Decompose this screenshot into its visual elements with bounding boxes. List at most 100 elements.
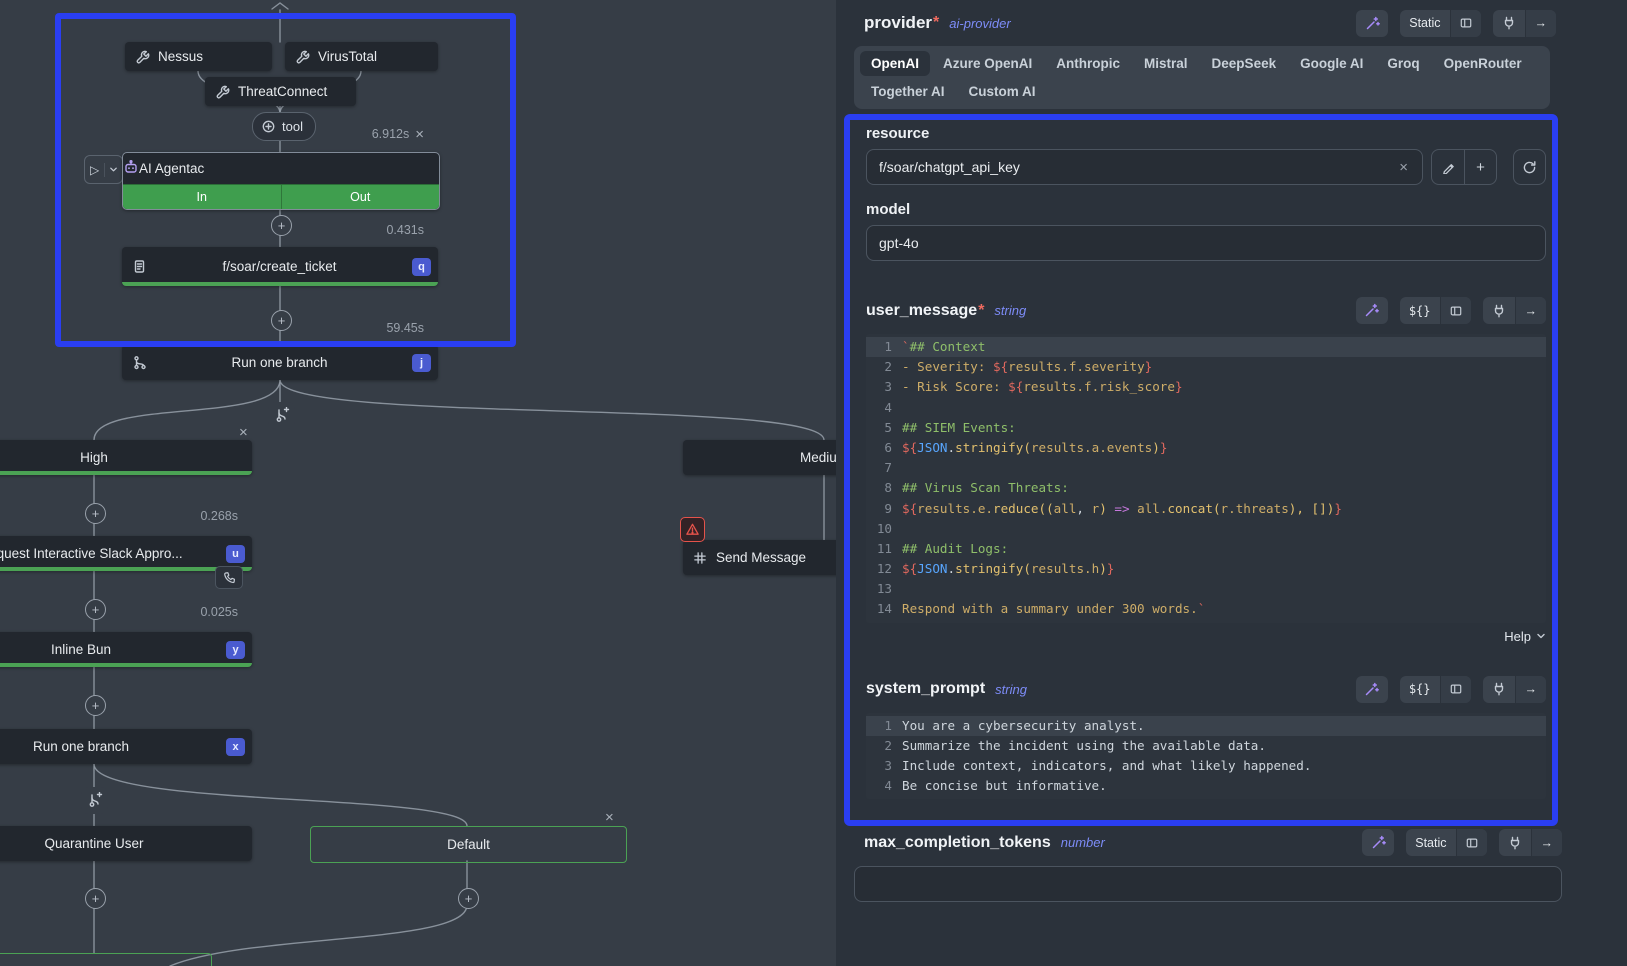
code-line: 11## Audit Logs: [866, 539, 1546, 559]
code-line: 12${JSON.stringify(results.h)} [866, 559, 1546, 579]
node-label: f/soar/create_ticket [147, 259, 412, 274]
arrow-right-icon[interactable]: → [1515, 297, 1547, 324]
add-step-button[interactable]: + [85, 888, 106, 909]
script-icon [131, 259, 147, 275]
tab-together-ai[interactable]: Together AI [860, 79, 956, 104]
type-hint: string [994, 303, 1026, 318]
node-run-one-branch-1[interactable]: Run one branch j [122, 345, 438, 380]
tab-anthropic[interactable]: Anthropic [1045, 51, 1131, 76]
agent-in-out-bar: In Out [123, 184, 439, 209]
tab-custom-ai[interactable]: Custom AI [958, 79, 1047, 104]
edit-resource-button[interactable] [1432, 150, 1464, 184]
plug-icon[interactable] [1499, 829, 1531, 856]
node-label: Run one branch [147, 355, 412, 370]
node-branch-high[interactable]: High [0, 440, 252, 475]
tool-pill[interactable]: tool [252, 112, 316, 141]
plug-icon[interactable] [1483, 676, 1515, 703]
add-step-button[interactable]: + [458, 888, 479, 909]
node-branch-medium[interactable]: Medium [683, 440, 836, 475]
node-branch-default[interactable]: Default [310, 826, 627, 863]
connect-input-group: → [1499, 829, 1563, 856]
node-slack-approval[interactable]: Request Interactive Slack Appro... u [0, 536, 252, 571]
node-inline-bun[interactable]: Inline Bun y [0, 632, 252, 667]
user-message-label: user_message [866, 302, 977, 320]
node-send-message[interactable]: Send Message [683, 540, 836, 575]
agent-in-label[interactable]: In [123, 185, 282, 209]
node-label: VirusTotal [310, 49, 438, 64]
static-mode-button[interactable]: Static [1406, 829, 1455, 856]
ai-wand-button[interactable] [1356, 676, 1388, 703]
ai-wand-button[interactable] [1356, 10, 1388, 37]
add-step-button[interactable]: + [85, 695, 106, 716]
node-quarantine-user[interactable]: Quarantine User [0, 826, 252, 861]
panel-toggle-icon[interactable] [1456, 829, 1487, 856]
required-mark: * [978, 302, 984, 320]
add-branch-button[interactable] [81, 787, 108, 814]
tab-groq[interactable]: Groq [1376, 51, 1430, 76]
add-step-button[interactable]: + [271, 215, 292, 236]
ai-wand-button[interactable] [1356, 297, 1388, 324]
node-virustotal[interactable]: VirusTotal [285, 42, 438, 71]
tab-mistral[interactable]: Mistral [1133, 51, 1199, 76]
node-ai-agent[interactable]: AI Agent ac In Out [122, 152, 440, 210]
run-node-button[interactable]: ▷ [84, 155, 123, 184]
add-step-button[interactable]: + [85, 503, 106, 524]
arrow-right-icon[interactable]: → [1531, 829, 1563, 856]
static-mode-button[interactable]: Static [1400, 10, 1449, 37]
node-label: Quarantine User [0, 836, 252, 851]
add-step-button[interactable]: + [271, 310, 292, 331]
clear-resource-icon[interactable]: × [1393, 158, 1414, 177]
add-resource-button[interactable]: + [1464, 150, 1496, 184]
user-message-editor[interactable]: 1`## Context2- Severity: ${results.f.sev… [866, 334, 1546, 623]
agent-out-label[interactable]: Out [282, 185, 440, 209]
ai-wand-button[interactable] [1362, 829, 1394, 856]
chevron-down-icon[interactable] [104, 163, 122, 177]
chevron-down-icon [1536, 631, 1546, 641]
type-hint: number [1061, 835, 1105, 850]
node-run-one-branch-2[interactable]: Run one branch x [0, 729, 252, 764]
wrench-icon [134, 49, 150, 65]
node-threatconnect[interactable]: ThreatConnect [205, 77, 356, 106]
tab-openai[interactable]: OpenAI [860, 51, 930, 76]
wrench-icon [294, 49, 310, 65]
panel-header: provider * ai-provider Static → [854, 0, 1562, 46]
node-label: Send Message [708, 550, 836, 565]
panel-toggle-icon[interactable] [1440, 297, 1471, 324]
input-mode-toggle: Static [1400, 10, 1480, 37]
node-nessus[interactable]: Nessus [125, 42, 272, 71]
panel-toggle-icon[interactable] [1440, 676, 1471, 703]
code-line: 4Be concise but informative. [866, 776, 1546, 796]
remove-branch-icon[interactable]: × [605, 810, 614, 825]
resource-input[interactable] [867, 150, 1422, 184]
tab-azure-openai[interactable]: Azure OpenAI [932, 51, 1043, 76]
node-id-badge: q [412, 258, 431, 276]
editor-help[interactable]: Help [866, 629, 1546, 644]
tab-deepseek[interactable]: DeepSeek [1201, 51, 1288, 76]
add-step-button[interactable]: + [85, 599, 106, 620]
plug-icon[interactable] [1493, 10, 1525, 37]
node-id-badge: ac [190, 161, 204, 176]
arrow-right-icon[interactable]: → [1525, 10, 1557, 37]
system-prompt-editor[interactable]: 1You are a cybersecurity analyst.2Summar… [866, 713, 1546, 800]
refresh-resource-button[interactable] [1513, 149, 1546, 185]
code-line: 13 [866, 579, 1546, 599]
arrow-right-icon[interactable]: → [1515, 676, 1547, 703]
node-create-ticket[interactable]: f/soar/create_ticket q [122, 247, 438, 286]
model-input[interactable] [867, 226, 1545, 260]
code-line: 10 [866, 519, 1546, 539]
branch-icon [131, 355, 147, 371]
node-partial-bottom[interactable] [0, 953, 212, 966]
interpolate-mode-button[interactable]: ${} [1400, 676, 1440, 703]
close-icon[interactable]: × [415, 127, 424, 142]
node-label: High [0, 450, 252, 465]
code-line: 5## SIEM Events: [866, 418, 1546, 438]
max-tokens-input[interactable] [855, 867, 1561, 901]
workflow-canvas[interactable]: Nessus VirusTotal ThreatConnect tool 6.9… [0, 0, 836, 966]
remove-branch-icon[interactable]: × [239, 425, 248, 440]
plug-icon[interactable] [1483, 297, 1515, 324]
tab-openrouter[interactable]: OpenRouter [1433, 51, 1533, 76]
add-branch-button[interactable] [268, 402, 295, 429]
interpolate-mode-button[interactable]: ${} [1400, 297, 1440, 324]
tab-google-ai[interactable]: Google AI [1289, 51, 1374, 76]
panel-toggle-icon[interactable] [1450, 10, 1481, 37]
